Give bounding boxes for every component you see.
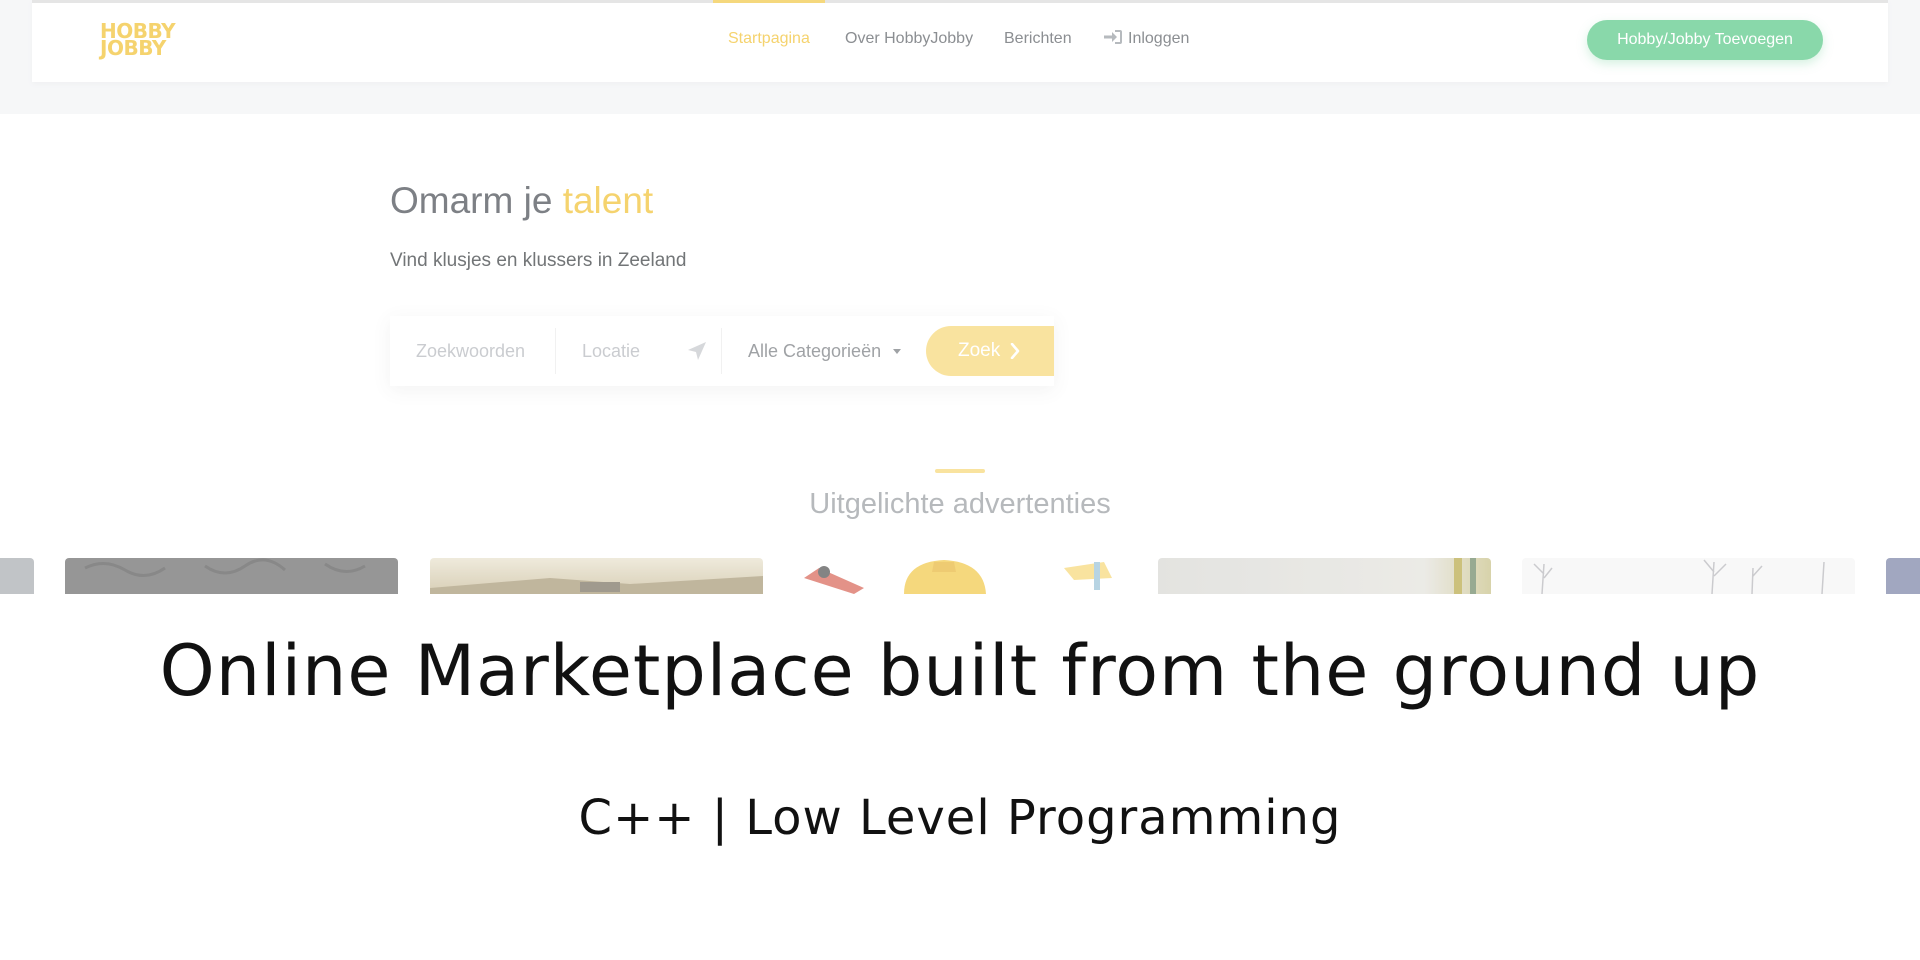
hero-title-prefix: Omarm je [390,180,553,221]
search-divider [721,328,722,374]
location-arrow-icon[interactable] [687,341,707,361]
navbar: HOBBY JOBBY Startpagina Over HobbyJobby … [32,0,1888,82]
nav-link-messages[interactable]: Berichten [1004,30,1072,48]
hero-subtitle: Vind klusjes en klussers in Zeeland [390,250,687,271]
listing-card-image[interactable] [65,558,398,594]
landscape-image [430,576,763,594]
search-bar: Zoekwoorden Locatie Alle Categorieën Zoe… [390,316,1054,386]
caret-down-icon [893,349,901,354]
listing-card-image[interactable] [1158,558,1491,594]
caption-subtitle: C++ | Low Level Programming [578,790,1342,846]
keywords-input[interactable]: Zoekwoorden [416,316,525,386]
handyman-illustration-image [804,560,1112,594]
login-label: Inloggen [1128,30,1190,47]
featured-section-title: Uitgelichte advertenties [809,488,1111,520]
section-accent-line [935,469,985,473]
search-submit-button[interactable]: Zoek [926,326,1054,376]
location-input[interactable]: Locatie [582,316,640,386]
sign-in-icon [1104,30,1122,44]
caption-title: Online Marketplace built from the ground… [159,630,1761,712]
listing-card-image[interactable] [1522,558,1855,594]
listing-card-image[interactable] [1886,558,1920,594]
category-select[interactable]: Alle Categorieën [748,316,881,386]
nav-link-home[interactable]: Startpagina [728,30,810,48]
hero-title-accent: talent [562,180,654,221]
add-hobby-jobby-button[interactable]: Hobby/Jobby Toevoegen [1587,20,1823,60]
listing-card-image[interactable] [794,558,1127,594]
nav-link-login[interactable]: Inloggen [1104,30,1189,48]
caption-panel: Online Marketplace built from the ground… [0,594,1920,960]
listing-card-image[interactable] [430,558,763,594]
chevron-right-icon [1010,343,1020,359]
listing-card-image[interactable] [0,558,34,594]
pattern-image [84,558,366,577]
search-submit-label: Zoek [958,340,1001,361]
winter-trees-image [1533,559,1825,594]
nav-link-about[interactable]: Over HobbyJobby [845,30,973,48]
website-screenshot: HOBBY JOBBY Startpagina Over HobbyJobby … [0,0,1920,594]
search-divider [555,328,556,374]
hero-title: Omarm je talent [390,180,653,222]
room-interior-image [1454,558,1476,594]
